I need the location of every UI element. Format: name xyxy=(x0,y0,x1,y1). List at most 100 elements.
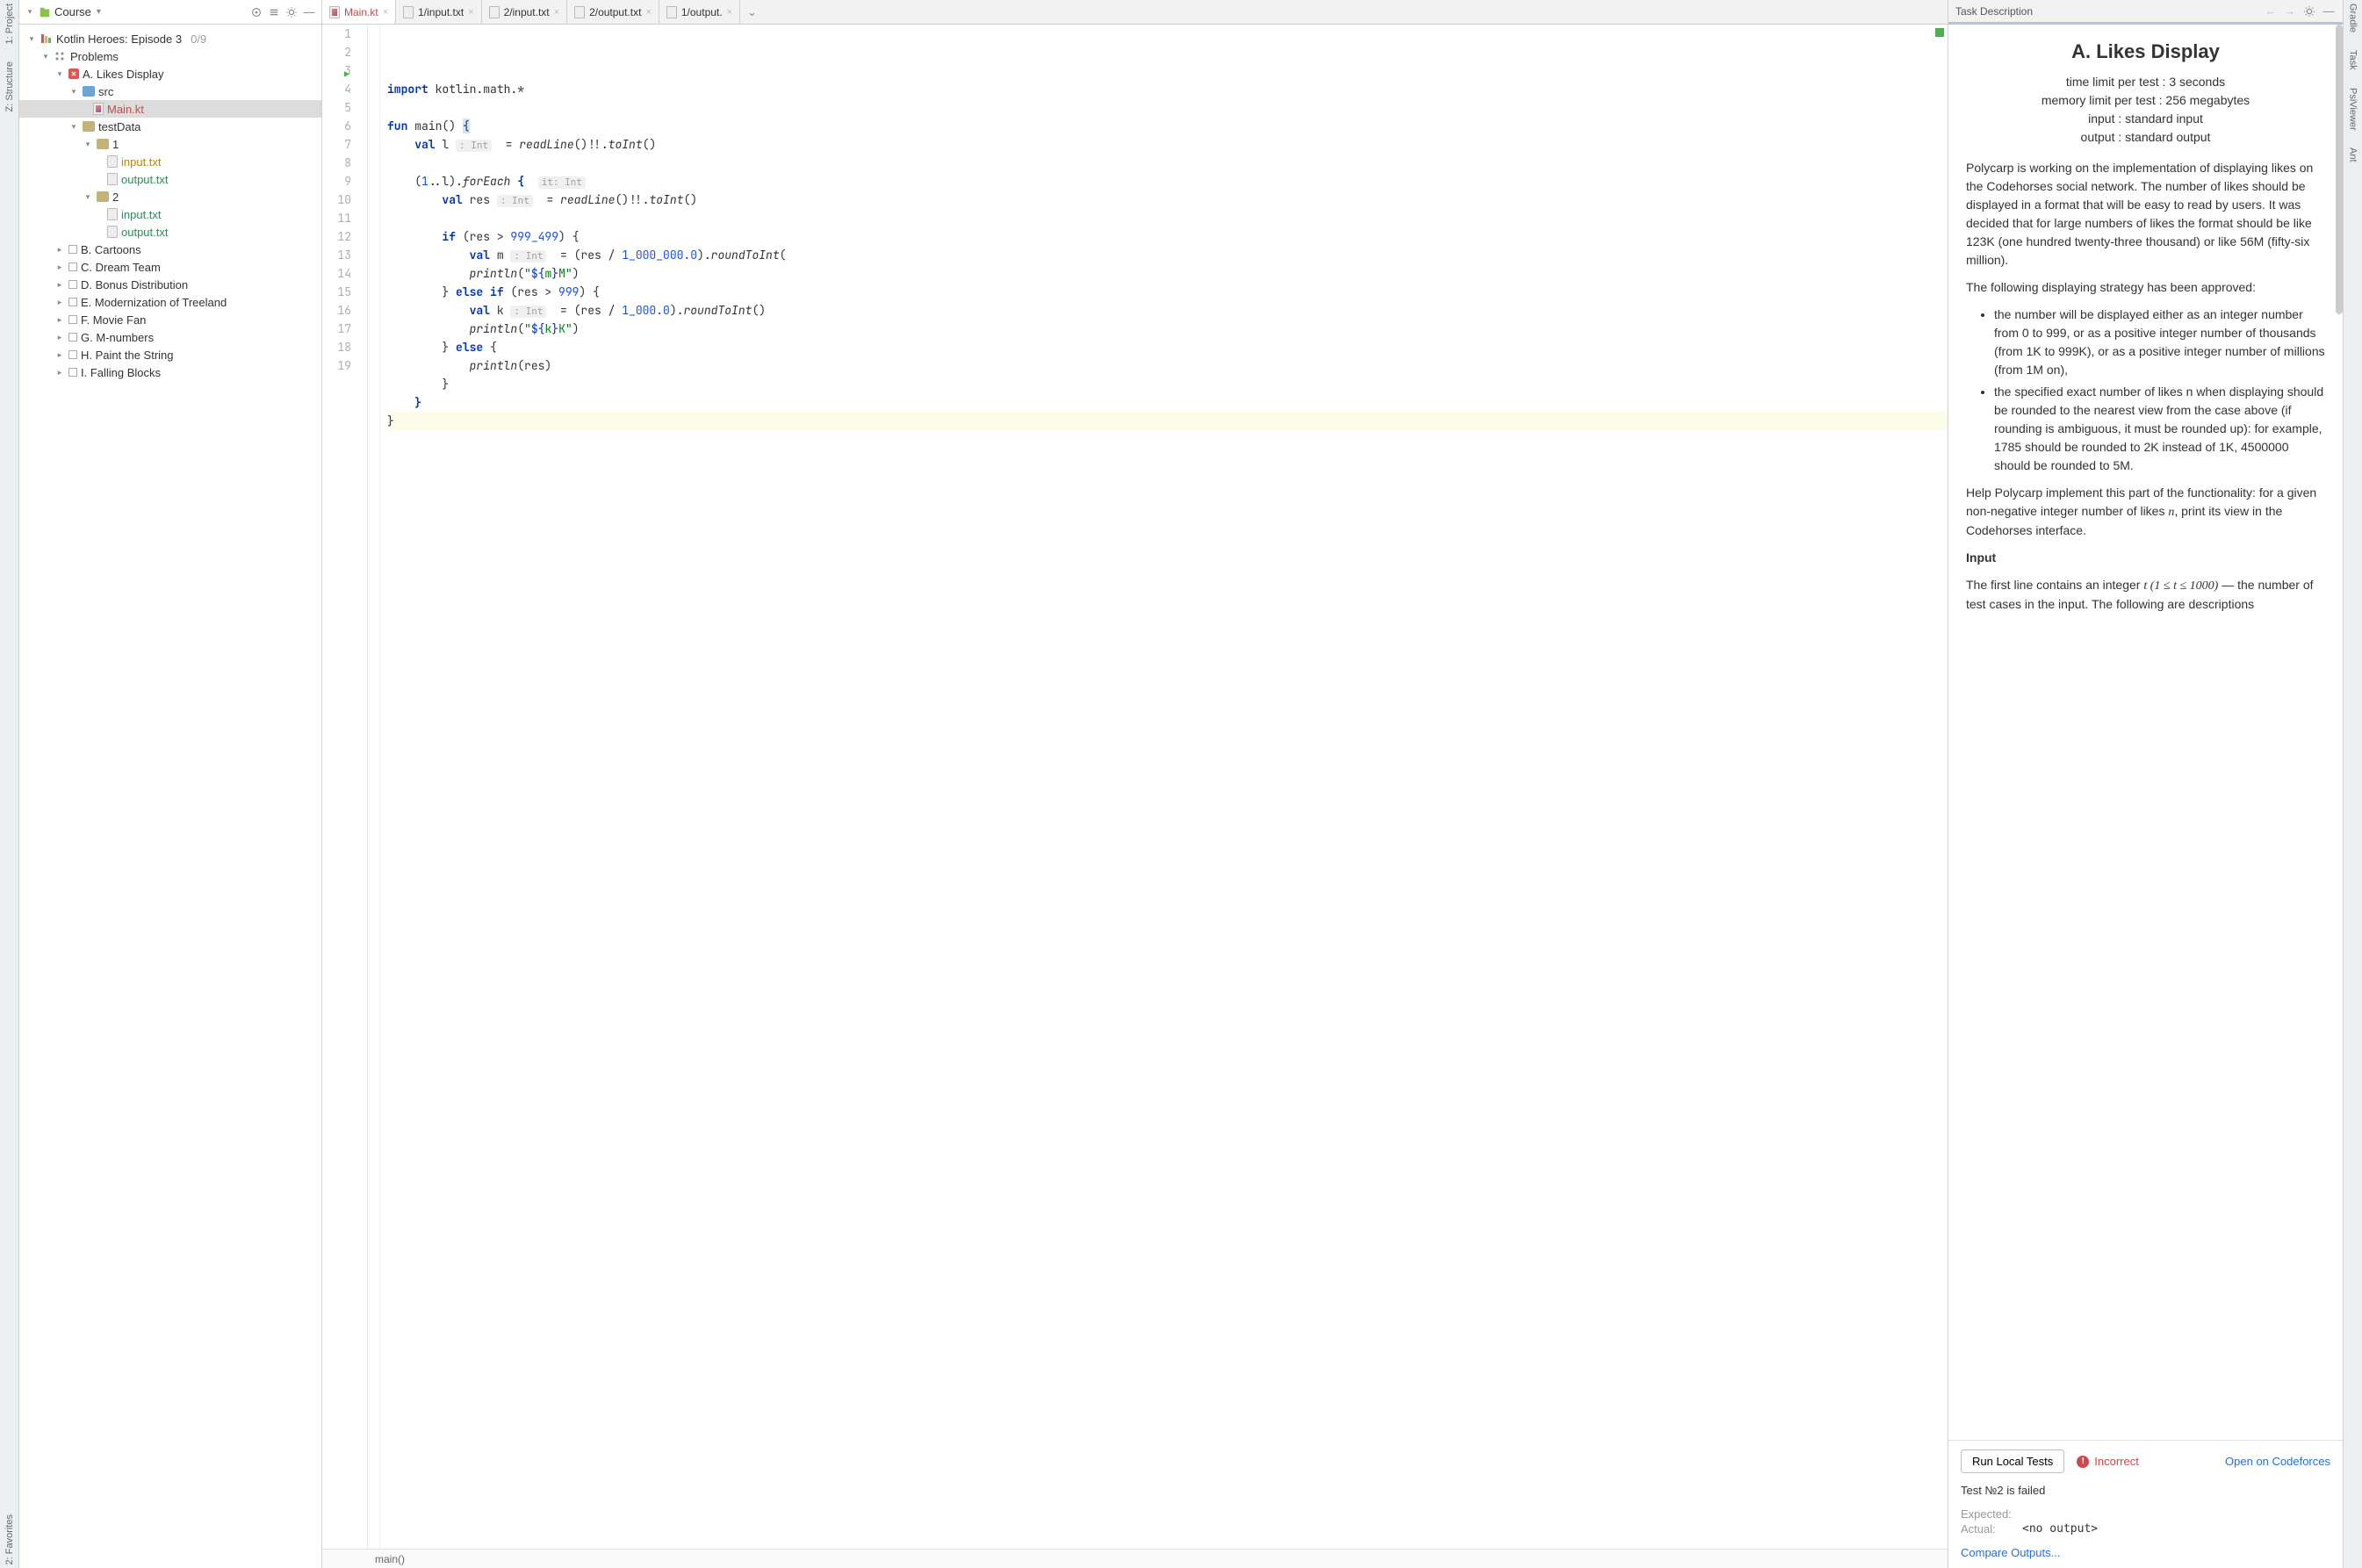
project-tree[interactable]: ▾ Kotlin Heroes: Episode 3 0/9 ▾ Problem… xyxy=(19,25,321,1568)
input-heading: Input xyxy=(1966,549,2325,567)
tree-file[interactable]: output.txt xyxy=(19,223,321,241)
code-area[interactable]: import kotlin.math.* fun main() { val l … xyxy=(380,25,1948,1549)
tree-testdata[interactable]: ▾ testData xyxy=(19,118,321,135)
task-box-icon xyxy=(68,368,77,377)
gear-icon[interactable] xyxy=(2302,4,2316,18)
tree-folder-2[interactable]: ▾ 2 xyxy=(19,188,321,205)
inspection-status-icon xyxy=(1935,28,1944,37)
tree-item[interactable]: ▸F. Movie Fan xyxy=(19,311,321,328)
editor-tab[interactable]: 2/input.txt× xyxy=(482,0,567,24)
task-footer: Run Local Tests ! Incorrect Open on Code… xyxy=(1948,1440,2343,1568)
forward-icon[interactable]: → xyxy=(2283,4,2297,18)
editor-tab[interactable]: 1/output.× xyxy=(659,0,740,24)
task-toolbar: Task Description ← → — xyxy=(1948,0,2343,25)
tool-window-psiviewer[interactable]: PsiViewer xyxy=(2348,88,2358,131)
tool-window-structure[interactable]: Z: Structure xyxy=(4,61,15,111)
fold-column xyxy=(368,25,380,1549)
hide-icon[interactable]: — xyxy=(302,5,316,19)
task-paragraph: The first line contains an integer t (1 … xyxy=(1966,576,2325,614)
tree-file[interactable]: output.txt xyxy=(19,170,321,188)
scrollbar-thumb[interactable] xyxy=(2336,25,2343,314)
close-icon[interactable]: × xyxy=(645,7,651,18)
task-bullet: the number will be displayed either as a… xyxy=(1994,306,2325,379)
task-box-icon xyxy=(68,350,77,359)
tree-root[interactable]: ▾ Kotlin Heroes: Episode 3 0/9 xyxy=(19,30,321,47)
editor-tabs: Main.kt×1/input.txt×2/input.txt×2/output… xyxy=(322,0,1948,25)
file-icon xyxy=(574,6,585,18)
right-tool-stripe: Gradle Task PsiViewer Ant xyxy=(2343,0,2362,1568)
file-icon xyxy=(403,6,414,18)
locate-icon[interactable] xyxy=(249,5,263,19)
expected-row: Expected: xyxy=(1961,1507,2330,1521)
tree-item[interactable]: ▸H. Paint the String xyxy=(19,346,321,363)
close-icon[interactable]: × xyxy=(468,7,473,18)
collapse-icon[interactable]: ▾ xyxy=(25,7,35,17)
tool-window-project[interactable]: 1: Project xyxy=(4,4,15,44)
task-paragraph: Polycarp is working on the implementatio… xyxy=(1966,159,2325,270)
tree-folder-1[interactable]: ▾ 1 xyxy=(19,135,321,153)
left-tool-stripe: 1: Project Z: Structure 2: Favorites xyxy=(0,0,19,1568)
tree-item[interactable]: ▸B. Cartoons xyxy=(19,241,321,258)
tree-item[interactable]: ▸C. Dream Team xyxy=(19,258,321,276)
hide-icon[interactable]: — xyxy=(2322,4,2336,18)
tree-main-kt[interactable]: Main.kt xyxy=(19,100,321,118)
folder-icon xyxy=(83,121,95,132)
editor-tab[interactable]: 1/input.txt× xyxy=(396,0,481,24)
close-icon[interactable]: × xyxy=(554,7,559,18)
folder-icon xyxy=(97,191,109,202)
progress-count: 0/9 xyxy=(191,32,206,46)
course-tree-icon xyxy=(40,33,53,44)
file-icon xyxy=(107,208,118,220)
tool-window-ant[interactable]: Ant xyxy=(2348,147,2358,162)
more-tabs-icon[interactable]: ⌄ xyxy=(740,0,764,24)
run-tests-button[interactable]: Run Local Tests xyxy=(1961,1449,2064,1473)
fail-line: Test №2 is failed xyxy=(1961,1484,2330,1497)
editor-body[interactable]: 123▶45678910111213141516171819 import ko… xyxy=(322,25,1948,1549)
editor-area: Main.kt×1/input.txt×2/input.txt×2/output… xyxy=(322,0,1948,1568)
task-box-icon xyxy=(68,245,77,254)
course-dropdown[interactable]: Course ▾ xyxy=(54,5,101,18)
compare-outputs-link[interactable]: Compare Outputs... xyxy=(1961,1546,2060,1559)
tool-window-task[interactable]: Task xyxy=(2348,50,2358,70)
course-icon xyxy=(39,6,51,18)
tool-window-gradle[interactable]: Gradle xyxy=(2348,4,2358,32)
task-bullet: the specified exact number of likes n wh… xyxy=(1994,383,2325,475)
file-icon xyxy=(107,226,118,238)
error-icon: ! xyxy=(2077,1456,2089,1468)
tree-problems[interactable]: ▾ Problems xyxy=(19,47,321,65)
task-box-icon xyxy=(68,298,77,306)
collapse-all-icon[interactable] xyxy=(267,5,281,19)
task-meta: time limit per test : 3 seconds memory l… xyxy=(1966,73,2325,147)
tree-src[interactable]: ▾ src xyxy=(19,83,321,100)
breadcrumb-bar[interactable]: main() xyxy=(322,1549,1948,1568)
actual-row: Actual:<no output> xyxy=(1961,1522,2330,1536)
task-bullets: the number will be displayed either as a… xyxy=(1994,306,2325,475)
status-incorrect: ! Incorrect xyxy=(2077,1455,2139,1468)
task-paragraph: Help Polycarp implement this part of the… xyxy=(1966,484,2325,540)
tree-file[interactable]: input.txt xyxy=(19,205,321,223)
back-icon[interactable]: ← xyxy=(2264,4,2278,18)
task-body[interactable]: A. Likes Display time limit per test : 3… xyxy=(1948,25,2343,1440)
tree-item[interactable]: ▸E. Modernization of Treeland xyxy=(19,293,321,311)
breadcrumb-item[interactable]: main() xyxy=(375,1553,405,1565)
file-icon xyxy=(489,6,500,18)
tree-item[interactable]: ▸D. Bonus Distribution xyxy=(19,276,321,293)
tree-file[interactable]: input.txt xyxy=(19,153,321,170)
tool-window-favorites[interactable]: 2: Favorites xyxy=(4,1514,15,1564)
editor-tab[interactable]: 2/output.txt× xyxy=(567,0,659,24)
folder-icon xyxy=(97,139,109,149)
gear-icon[interactable] xyxy=(284,5,299,19)
tree-item[interactable]: ▸G. M-numbers xyxy=(19,328,321,346)
close-icon[interactable]: × xyxy=(383,7,388,18)
task-box-icon xyxy=(68,263,77,271)
open-on-codeforces-link[interactable]: Open on Codeforces xyxy=(2225,1455,2330,1468)
tree-item[interactable]: ▸I. Falling Blocks xyxy=(19,363,321,381)
close-icon[interactable]: × xyxy=(727,7,732,18)
task-box-icon xyxy=(68,333,77,342)
tree-item-a[interactable]: ▾ ✕ A. Likes Display xyxy=(19,65,321,83)
task-panel: Task Description ← → — A. Likes Display … xyxy=(1948,0,2343,1568)
task-title-heading: A. Likes Display xyxy=(1966,37,2325,66)
fail-icon: ✕ xyxy=(68,68,79,79)
editor-tab[interactable]: Main.kt× xyxy=(322,0,396,24)
file-icon xyxy=(666,6,677,18)
